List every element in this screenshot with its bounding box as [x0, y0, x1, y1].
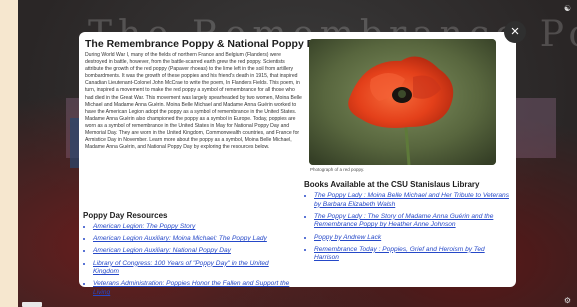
poppy-photo: [309, 39, 496, 165]
modal-title: The Remembrance Poppy & National Poppy D…: [85, 38, 326, 50]
modal-dialog: The Remembrance Poppy & National Poppy D…: [79, 32, 516, 296]
close-icon: ×: [510, 23, 520, 40]
settings-icon[interactable]: ⚙: [564, 296, 571, 305]
resource-link[interactable]: American Legion Auxiliary: National Popp…: [93, 247, 295, 256]
book-link[interactable]: The Poppy Lady : The Story of Madame Ann…: [314, 213, 509, 230]
resources-section: Poppy Day Resources American Legion: The…: [83, 211, 295, 301]
resource-link[interactable]: American Legion Auxiliary: Moina Michael…: [93, 235, 295, 244]
book-link[interactable]: Remembrance Today : Poppies, Grief and H…: [314, 246, 509, 263]
intro-paragraph: During World War I, many of the fields o…: [85, 52, 302, 151]
poppy-image: [309, 39, 496, 165]
corner-button[interactable]: [22, 302, 42, 307]
resource-link[interactable]: Library of Congress: 100 Years of "Poppy…: [93, 260, 295, 277]
book-link[interactable]: Poppy by Andrew Lack: [314, 234, 509, 243]
resources-list: American Legion: The Poppy Story America…: [83, 223, 295, 298]
accessibility-icon[interactable]: ☯: [564, 4, 571, 13]
books-list: The Poppy Lady : Moina Belle Michael and…: [304, 192, 509, 263]
intro-column: The Remembrance Poppy & National Poppy D…: [85, 38, 326, 151]
photo-caption: Photograph of a red poppy.: [310, 167, 365, 172]
close-button[interactable]: ×: [504, 21, 526, 43]
book-link[interactable]: The Poppy Lady : Moina Belle Michael and…: [314, 192, 509, 209]
books-title: Books Available at the CSU Stanislaus Li…: [304, 180, 480, 189]
books-section: Books Available at the CSU Stanislaus Li…: [304, 180, 509, 267]
resource-link[interactable]: American Legion: The Poppy Story: [93, 223, 295, 232]
resources-title: Poppy Day Resources: [83, 211, 168, 220]
resource-link[interactable]: Veterans Administration: Poppies Honor t…: [93, 280, 295, 297]
